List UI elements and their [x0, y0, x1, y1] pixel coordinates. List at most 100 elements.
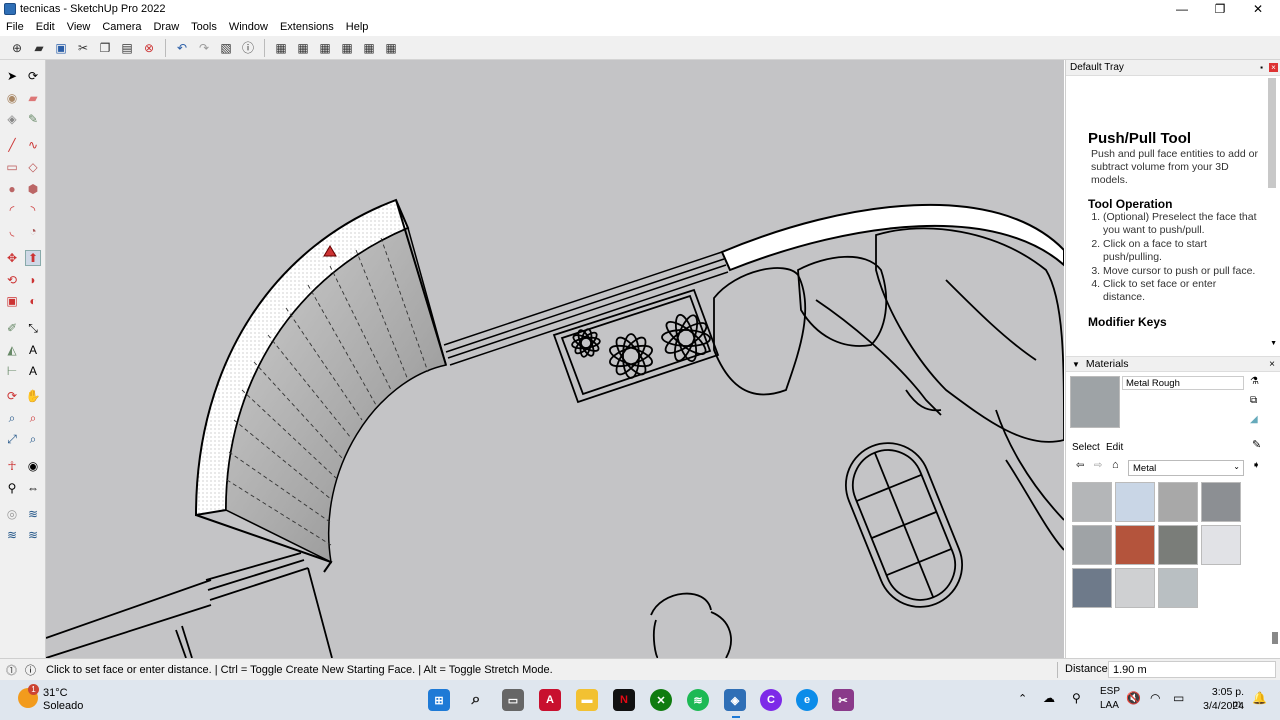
tag-tool-icon[interactable]: ✎ — [25, 111, 41, 127]
close-button[interactable]: ✕ — [1238, 0, 1278, 18]
menu-help[interactable]: Help — [340, 21, 375, 33]
new-icon[interactable]: ⊕ — [8, 39, 26, 57]
open-icon[interactable]: ▰ — [30, 39, 48, 57]
battery-icon[interactable]: ▭ — [1173, 691, 1184, 705]
windows-start-icon[interactable]: ⊞ — [428, 689, 450, 711]
menu-window[interactable]: Window — [223, 21, 274, 33]
menu-camera[interactable]: Camera — [96, 21, 147, 33]
copy-icon[interactable]: ❐ — [96, 39, 114, 57]
orbit-tool-icon[interactable]: ⟳ — [4, 388, 20, 404]
collapse-icon[interactable]: ▼ — [1072, 360, 1080, 369]
geo-location-icon[interactable]: ⓵ — [6, 662, 17, 678]
warehouse-icon[interactable]: ◎ — [4, 506, 20, 522]
circle-icon[interactable]: ● — [4, 181, 20, 197]
scale-icon[interactable]: ▣ — [4, 293, 20, 309]
maximize-button[interactable]: ❐ — [1200, 0, 1240, 18]
material-swatch[interactable] — [1158, 482, 1198, 522]
orbit-icon[interactable]: ⟳ — [25, 68, 41, 84]
offset-icon[interactable]: ◐ — [25, 293, 41, 309]
back-view-icon[interactable]: ▦ — [360, 39, 378, 57]
print-icon[interactable]: ▧ — [217, 39, 235, 57]
move-icon[interactable]: ✥ — [4, 250, 20, 266]
menu-view[interactable]: View — [61, 21, 97, 33]
library-dropdown[interactable]: Metal ⌄ — [1128, 460, 1244, 476]
walk-icon[interactable]: ⚲ — [4, 480, 20, 496]
paste-icon[interactable]: ▤ — [118, 39, 136, 57]
sketchup-taskbar-icon[interactable]: ◈ — [724, 689, 746, 711]
right-view-icon[interactable]: ▦ — [338, 39, 356, 57]
back-arrow-icon[interactable]: ⇦ — [1076, 460, 1084, 471]
freehand-icon[interactable]: ∿ — [25, 137, 41, 153]
pin-icon[interactable]: ▪ — [1257, 63, 1266, 72]
minimize-button[interactable]: — — [1162, 0, 1202, 18]
scroll-down-icon[interactable]: ▼ — [1270, 340, 1277, 347]
spotify-icon[interactable]: ≋ — [687, 689, 709, 711]
menu-file[interactable]: File — [0, 21, 30, 33]
autocad-icon[interactable]: A — [539, 689, 561, 711]
cut-icon[interactable]: ✂ — [74, 39, 92, 57]
model-info-icon[interactable]: ⓘ — [239, 39, 257, 57]
file-explorer-icon[interactable]: ▬ — [576, 689, 598, 711]
extension-manager-icon[interactable]: ≋ — [25, 527, 41, 543]
material-swatch[interactable] — [1158, 525, 1198, 565]
material-swatch[interactable] — [1201, 525, 1241, 565]
pie-icon[interactable]: ◔ — [25, 223, 41, 239]
two-point-arc-icon[interactable]: ◝ — [25, 202, 41, 218]
push-pull-icon[interactable]: ⬆ — [25, 250, 41, 266]
erase-icon[interactable]: ⊗ — [140, 39, 158, 57]
keyboard-layout[interactable]: LAA — [1100, 700, 1119, 711]
menu-draw[interactable]: Draw — [147, 21, 185, 33]
section-plane-icon[interactable]: ⇔ — [25, 480, 41, 496]
front-view-icon[interactable]: ▦ — [316, 39, 334, 57]
rotate-icon[interactable]: ⟲ — [4, 272, 20, 288]
material-swatch[interactable] — [1201, 482, 1241, 522]
xbox-icon[interactable]: ✕ — [650, 689, 672, 711]
tape-measure-icon[interactable]: ✐ — [4, 320, 20, 336]
search-icon[interactable]: ⌕ — [465, 689, 487, 711]
previous-view-icon[interactable]: ⌕ — [25, 431, 41, 447]
menu-edit[interactable]: Edit — [30, 21, 61, 33]
text-icon[interactable]: A — [25, 342, 41, 358]
eraser-icon[interactable]: ▰ — [25, 90, 41, 106]
sample-paint-icon[interactable]: ✎ — [1252, 438, 1261, 451]
canva-icon[interactable]: C — [760, 689, 782, 711]
position-camera-icon[interactable]: ☥ — [4, 458, 20, 474]
material-swatch[interactable] — [1072, 568, 1112, 608]
home-icon[interactable]: ⌂ — [1112, 459, 1119, 471]
materials-header[interactable]: ▼ Materials × — [1066, 356, 1280, 372]
details-arrow-icon[interactable]: ➧ — [1252, 460, 1260, 471]
left-view-icon[interactable]: ▦ — [382, 39, 400, 57]
material-name-field[interactable]: Metal Rough — [1122, 376, 1244, 390]
protractor-icon[interactable]: ◭ — [4, 342, 20, 358]
material-swatch[interactable] — [1158, 568, 1198, 608]
tab-select[interactable]: Select — [1072, 442, 1100, 455]
line-icon[interactable]: ╱ — [4, 137, 20, 153]
menu-extensions[interactable]: Extensions — [274, 21, 340, 33]
edge-icon[interactable]: e — [796, 689, 818, 711]
snipping-tool-icon[interactable]: ✂ — [832, 689, 854, 711]
axes-icon[interactable]: ⊢ — [4, 363, 20, 379]
speaker-muted-icon[interactable]: 🔇 — [1126, 691, 1141, 705]
microphone-icon[interactable]: ⚲ — [1072, 691, 1081, 705]
current-material-preview[interactable] — [1070, 376, 1120, 428]
select-arrow-icon[interactable]: ➤ — [4, 68, 20, 84]
language-code[interactable]: ESP — [1100, 686, 1120, 697]
iso-view-icon[interactable]: ▦ — [272, 39, 290, 57]
rotated-rectangle-icon[interactable]: ◇ — [25, 159, 41, 175]
polygon-icon[interactable]: ⬢ — [25, 181, 41, 197]
materials-scrollbar[interactable] — [1272, 632, 1278, 644]
instructor-toggle-icon[interactable]: ⓘ — [25, 662, 36, 678]
task-view-icon[interactable]: ▭ — [502, 689, 524, 711]
materials-close-icon[interactable]: × — [1269, 359, 1275, 370]
netflix-icon[interactable]: N — [613, 689, 635, 711]
top-view-icon[interactable]: ▦ — [294, 39, 312, 57]
zoom-extents-icon[interactable]: ⤢ — [4, 431, 20, 447]
tab-edit[interactable]: Edit — [1106, 442, 1123, 453]
3d-text-icon[interactable]: A — [25, 363, 41, 379]
tray-close-icon[interactable]: × — [1269, 63, 1278, 72]
drawing-viewport[interactable] — [46, 60, 1064, 658]
instructor-scrollbar[interactable] — [1268, 78, 1276, 188]
save-icon[interactable]: ▣ — [52, 39, 70, 57]
three-point-arc-icon[interactable]: ◟ — [4, 223, 20, 239]
forward-arrow-icon[interactable]: ⇨ — [1094, 460, 1102, 471]
